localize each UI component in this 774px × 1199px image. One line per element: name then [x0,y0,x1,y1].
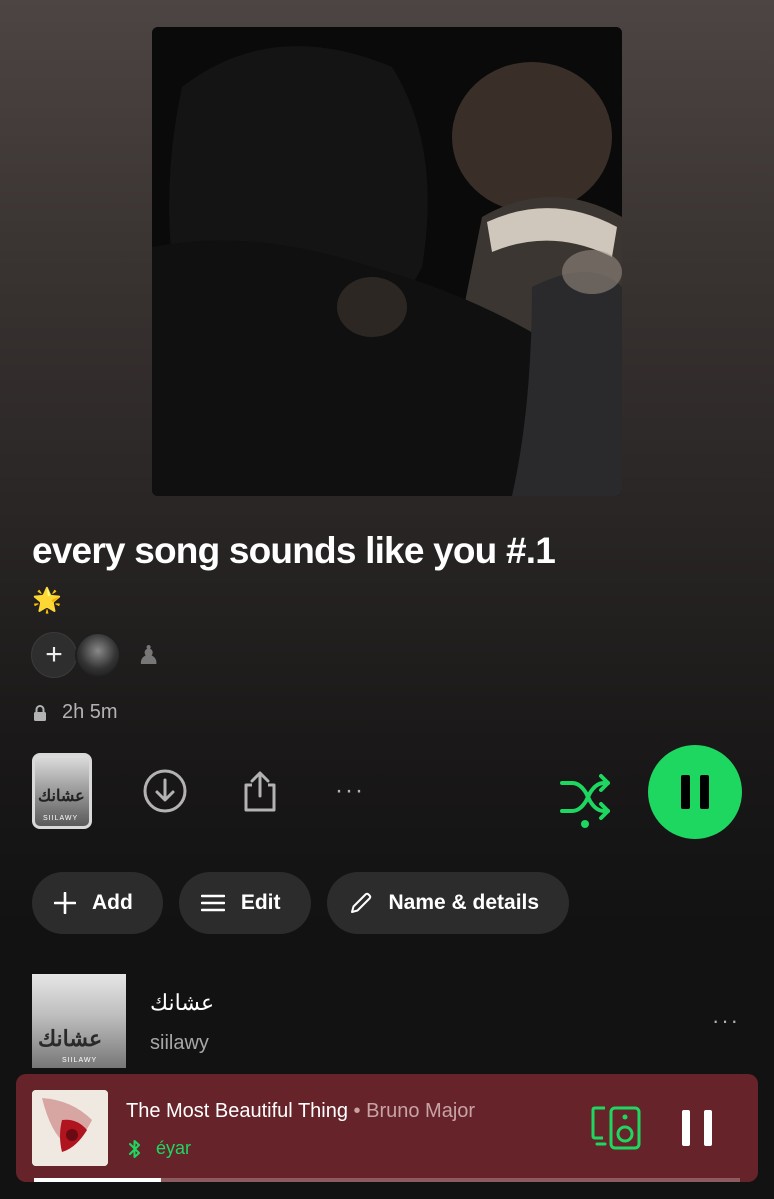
track-more-button[interactable]: ··· [712,1008,740,1034]
plus-icon [54,892,76,914]
bluetooth-icon [129,1139,140,1158]
shuffle-icon [560,774,610,828]
preview-cover-button[interactable]: عشانك SIILAWY [32,753,92,829]
track-artwork: عشانك SIILAWY [32,974,126,1068]
track-artwork-text: عشانك [38,1026,103,1051]
playlist-meta: 2h 5m [32,701,118,724]
download-icon [143,769,187,813]
share-button[interactable] [236,767,284,815]
now-playing-bar[interactable]: The Most Beautiful Thing • Bruno Major é… [16,1074,758,1182]
connect-device-icon [591,1106,641,1150]
track-row[interactable]: عشانك SIILAWY عشانك siilawy ··· [32,974,744,1068]
connect-device-button[interactable] [591,1106,643,1150]
cover-photo [152,27,622,496]
playlist-duration: 2h 5m [62,701,118,723]
share-icon [244,771,276,812]
shuffle-button[interactable] [558,773,612,829]
pencil-icon [350,892,371,913]
add-collaborator-button[interactable]: + [31,632,77,678]
now-playing-pause-button[interactable] [680,1108,716,1148]
now-playing-artwork [32,1090,108,1166]
now-playing-device: éyar [128,1138,191,1159]
playback-progress-track[interactable] [34,1178,740,1182]
edit-label: Edit [240,891,281,914]
menu-icon [200,894,225,912]
pause-icon [681,775,709,809]
playlist-description: 🌟 [32,587,62,614]
collaborator-badge: ♟ [137,640,161,670]
playback-progress-fill [34,1178,162,1182]
collaborators: + ♟ [31,632,171,680]
name-details-button[interactable]: Name & details [326,872,570,934]
pause-icon [682,1110,712,1146]
track-title: عشانك [150,990,215,1015]
download-button[interactable] [141,767,189,815]
track-artwork-label: SIILAWY [62,1057,98,1064]
add-label: Add [92,891,133,914]
now-playing-title-line: The Most Beautiful Thing • Bruno Major [126,1100,475,1123]
playlist-cover [152,27,622,496]
pause-button[interactable] [648,745,742,839]
playlist-actions: Add Edit Name & details [32,872,570,934]
now-playing-artwork-image [32,1090,108,1166]
preview-cover-art-text: عشانك [38,788,85,805]
collaborator-avatar[interactable] [75,632,121,678]
now-playing-title: The Most Beautiful Thing [126,1100,348,1122]
edit-button[interactable]: Edit [178,872,311,934]
now-playing-separator: • [347,1100,367,1122]
lock-icon [34,704,46,721]
preview-cover-label: SIILAWY [43,815,79,822]
playlist-controls: عشانك SIILAWY ··· [0,745,774,845]
track-artist: siilawy [150,1032,209,1054]
add-button[interactable]: Add [32,872,163,934]
playlist-title: every song sounds like you #.1 [32,530,556,571]
device-name: éyar [156,1138,192,1158]
more-options-button[interactable]: ··· [326,767,374,815]
name-details-label: Name & details [388,891,540,914]
now-playing-artist: Bruno Major [366,1100,476,1122]
